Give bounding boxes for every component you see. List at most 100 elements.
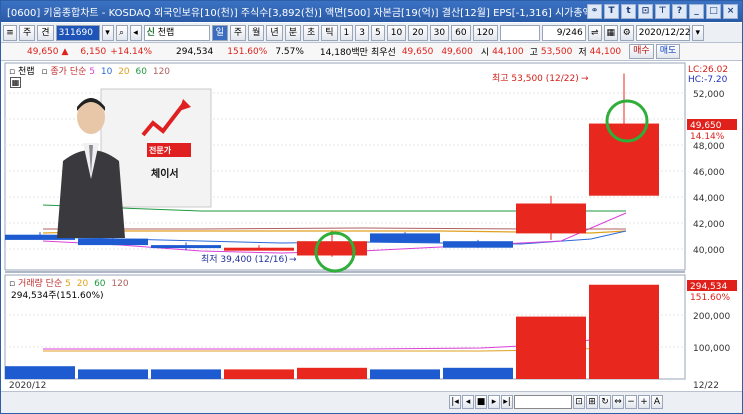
period-month-button[interactable]: 월 <box>248 24 265 41</box>
period-minute-button[interactable]: 분 <box>284 24 301 41</box>
period-day-button[interactable]: 일 <box>211 24 228 41</box>
legend-box-icon-2[interactable]: ▫ <box>41 67 47 77</box>
volume-bar[interactable] <box>151 369 221 379</box>
next-page-icon[interactable]: ▸ <box>488 395 500 409</box>
candle-body[interactable] <box>151 245 221 249</box>
y-tick-44000: 44,000 <box>693 194 725 204</box>
interval-button-30[interactable]: 30 <box>429 24 450 41</box>
zoom-slider[interactable] <box>514 395 572 409</box>
price-tag: 49,650 <box>690 121 722 131</box>
candle-body[interactable] <box>224 247 294 251</box>
interval-button-1[interactable]: 1 <box>339 24 354 41</box>
legend-ma-10[interactable]: 10 <box>101 67 112 77</box>
y-tick-52000: 52,000 <box>693 90 725 100</box>
first-page-icon[interactable]: |◂ <box>449 395 461 409</box>
candle-body[interactable] <box>516 203 586 234</box>
candle-body[interactable] <box>589 123 659 196</box>
low-annotation: 최저 39,400 (12/16) <box>201 254 288 265</box>
y-tick-42000: 42,000 <box>693 220 725 230</box>
search-icon[interactable]: ⌕ <box>115 24 128 41</box>
table-icon[interactable]: ▦ <box>10 77 21 88</box>
close-icon[interactable]: × <box>723 4 738 19</box>
volume-bar[interactable] <box>370 369 440 379</box>
pin-icon[interactable]: ⊤ <box>655 4 670 19</box>
chart-area[interactable]: 최고 53,500 (12/22) → 최저 39,400 (12/16) → … <box>1 61 742 391</box>
interval-button-5[interactable]: 5 <box>371 24 385 41</box>
font-icon[interactable]: T <box>604 4 619 19</box>
volume-bar[interactable] <box>516 316 586 379</box>
settings-icon[interactable]: ⚙ <box>619 24 634 41</box>
zoom-out-icon[interactable]: − <box>625 395 637 409</box>
volume-bar[interactable] <box>78 369 148 379</box>
hc-label: HC:-7.20 <box>688 75 728 85</box>
volume-bar[interactable] <box>5 366 75 379</box>
date-field[interactable]: 2020/12/22 <box>635 24 691 41</box>
sell-button[interactable]: 매도 <box>655 44 681 59</box>
volume-bar[interactable] <box>297 367 367 379</box>
grid-icon[interactable]: ▦ <box>603 24 618 41</box>
zoom-fit-icon[interactable]: ⊡ <box>573 395 585 409</box>
volume-value: 294,534 <box>176 46 214 57</box>
price-change: 6,150 <box>80 46 107 57</box>
open-label: 시 <box>480 48 490 58</box>
last-page-icon[interactable]: ▸| <box>501 395 513 409</box>
bottom-nav-bar: |◂ ◂ ■ ▸ ▸| ⊡ ⊞ ↻ ⇔ − + A <box>1 391 742 413</box>
legend-ma-5[interactable]: 5 <box>89 67 95 77</box>
promo-name: 체이서 <box>151 169 179 180</box>
volume-bar[interactable] <box>589 284 659 379</box>
link-icon[interactable]: ⚭ <box>587 4 602 19</box>
prev-stock-icon[interactable]: ◂ <box>129 24 142 41</box>
period-week-button[interactable]: 주 <box>229 24 247 41</box>
candle-body[interactable] <box>297 241 367 256</box>
interval-button-20[interactable]: 20 <box>408 24 428 41</box>
interval-select[interactable] <box>499 24 540 41</box>
refresh-icon[interactable]: ↻ <box>599 395 611 409</box>
zoom-in-icon[interactable]: + <box>638 395 650 409</box>
volume-pct-tag: 151.60% <box>690 293 730 303</box>
zoom-range-icon[interactable]: ⊞ <box>586 395 598 409</box>
mode-button-2[interactable]: 견 <box>37 24 54 41</box>
interval-button-120[interactable]: 120 <box>472 24 498 41</box>
period-year-button[interactable]: 년 <box>266 24 283 41</box>
help-icon[interactable]: ? <box>672 4 687 19</box>
calendar-icon[interactable]: ▾ <box>691 24 704 41</box>
legend-ma-120[interactable]: 120 <box>153 67 170 77</box>
volume-sub-label: 294,534주(151.60%) <box>11 291 104 301</box>
scroll-icon[interactable]: ⇌ <box>587 24 602 41</box>
promo-badge: 전문가 <box>149 146 172 155</box>
maximize-icon[interactable]: □ <box>706 4 721 19</box>
text-size-icon[interactable]: A <box>651 395 663 409</box>
stock-name-field[interactable]: 신 천랩 <box>143 24 210 41</box>
interval-button-3[interactable]: 3 <box>355 24 369 41</box>
legend-ma-60[interactable]: 60 <box>136 67 147 77</box>
font-small-icon[interactable]: t <box>621 4 636 19</box>
volume-bar[interactable] <box>443 367 513 379</box>
low-price: 44,100 <box>589 46 622 57</box>
high-arrow-icon: → <box>581 74 589 84</box>
candle-body[interactable] <box>78 238 148 246</box>
page-counter: 9/246 <box>541 24 586 41</box>
buy-button[interactable]: 매수 <box>629 44 654 59</box>
code-dropdown-icon[interactable]: ▾ <box>101 24 114 41</box>
window-title: [0600] 키움종합차트 - KOSDAQ 외국인보유[10(천)] 주식수[… <box>7 8 597 19</box>
vol-ma-120[interactable]: 120 <box>111 279 128 289</box>
stock-code-input[interactable]: 311690 <box>55 24 100 41</box>
title-bar: [0600] 키움종합차트 - KOSDAQ 외국인보유[10(천)] 주식수[… <box>1 1 742 22</box>
volume-bar[interactable] <box>224 369 294 379</box>
stop-icon[interactable]: ■ <box>475 395 487 409</box>
expand-icon[interactable]: ⇔ <box>612 395 624 409</box>
interval-button-60[interactable]: 60 <box>451 24 471 41</box>
minimize-icon[interactable]: _ <box>689 4 704 19</box>
menu-icon[interactable]: ≡ <box>3 24 17 41</box>
lock-icon[interactable]: ⊡ <box>638 4 653 19</box>
legend-ma-20[interactable]: 20 <box>118 67 129 77</box>
candle-body[interactable] <box>370 233 440 243</box>
mode-button-1[interactable]: 주 <box>19 24 36 41</box>
legend-box-icon[interactable]: ▫ <box>9 67 15 77</box>
vol-y-tick-100000: 100,000 <box>693 344 730 354</box>
interval-button-10[interactable]: 10 <box>386 24 407 41</box>
period-tick-button[interactable]: 틱 <box>321 24 338 41</box>
prev-page-icon[interactable]: ◂ <box>462 395 474 409</box>
period-second-button[interactable]: 초 <box>302 24 320 41</box>
candle-body[interactable] <box>443 241 513 248</box>
